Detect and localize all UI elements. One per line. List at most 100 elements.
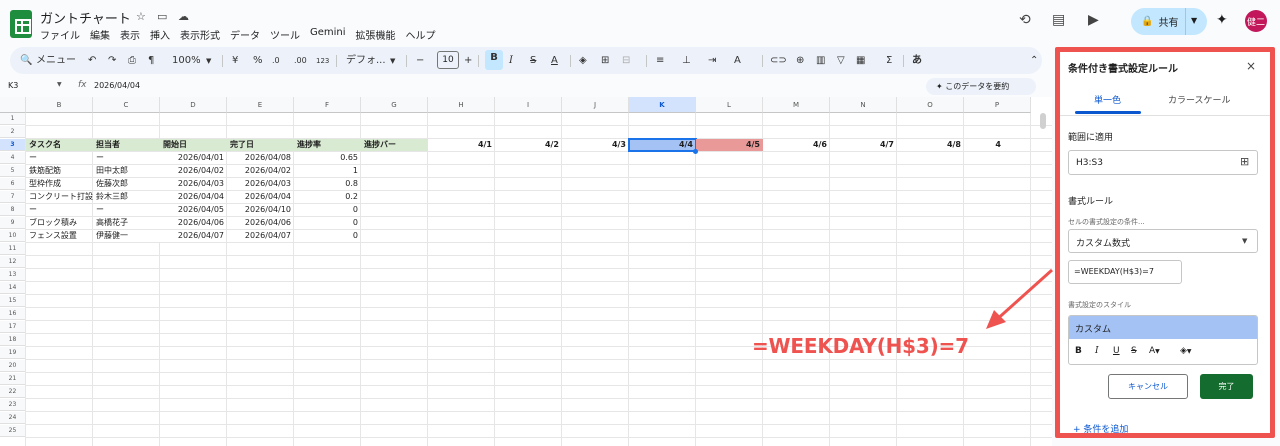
move-folder-icon[interactable]: ▭ [157,10,167,23]
done-button[interactable]: 完了 [1200,374,1253,399]
menu-edit[interactable]: 編集 [90,27,110,42]
style-preview[interactable]: カスタム [1069,316,1257,339]
italic-button[interactable]: I [509,53,513,69]
table-cell[interactable]: 2026/04/01 [160,152,227,164]
table-cell[interactable]: 0 [294,204,361,216]
menu-format[interactable]: 表示形式 [180,27,220,42]
column-header[interactable]: F [294,97,361,113]
select-all-corner[interactable] [0,97,26,113]
functions-icon[interactable]: Σ [886,53,892,69]
currency-button[interactable]: ¥ [232,53,238,69]
chevron-down-icon[interactable]: ▼ [390,53,395,69]
date-header-cell[interactable]: 4/7 [830,139,897,151]
table-cell[interactable]: 田中太郎 [93,165,160,177]
insert-chart-icon[interactable]: ▥ [816,53,825,69]
date-header-cell[interactable]: 4/3 [562,139,629,151]
row-header[interactable]: 9 [0,217,26,229]
chevron-down-icon[interactable]: ▼ [206,53,211,69]
row-header[interactable]: 11 [0,243,26,255]
avatar[interactable]: 健二 [1245,10,1267,32]
add-condition-button[interactable]: + 条件を追加 [1073,422,1128,435]
menu-insert[interactable]: 挿入 [150,27,170,42]
row-header[interactable]: 15 [0,295,26,307]
text-color-button[interactable]: A▼ [1149,346,1160,356]
font-select[interactable]: デフォ... [346,53,386,69]
row-header[interactable]: 6 [0,178,26,190]
collapse-toolbar-icon[interactable]: ⌃ [1030,53,1038,69]
tab-single-color[interactable]: 単一色 [1094,93,1121,106]
comments-icon[interactable]: ▤ [1052,12,1065,28]
row-header[interactable]: 3 [0,139,26,151]
strikethrough-button[interactable]: S [530,53,536,69]
star-icon[interactable]: ☆ [136,10,146,23]
column-header[interactable]: N [830,97,897,113]
table-cell[interactable]: 2026/04/04 [160,191,227,203]
cloud-status-icon[interactable]: ☁ [178,10,189,23]
row-header[interactable]: 22 [0,386,26,398]
table-cell[interactable]: 2026/04/02 [227,165,294,177]
underline-button[interactable]: U [1113,346,1120,356]
close-icon[interactable]: × [1246,59,1256,73]
table-cell[interactable]: 2026/04/03 [160,178,227,190]
document-title[interactable]: ガントチャート [40,8,131,27]
decrease-decimal-button[interactable]: .0 [272,53,280,69]
table-cell[interactable]: 0 [294,217,361,229]
date-header-cell[interactable]: 4/1 [428,139,495,151]
row-header[interactable]: 13 [0,269,26,281]
horizontal-align-icon[interactable]: ≡ [656,53,664,69]
row-header[interactable]: 23 [0,399,26,411]
table-cell[interactable]: 0.2 [294,191,361,203]
column-header[interactable]: M [763,97,830,113]
formula-field[interactable]: =WEEKDAY(H$3)=7 [1068,260,1182,284]
strikethrough-button[interactable]: S [1131,346,1137,356]
row-header[interactable]: 16 [0,308,26,320]
row-header[interactable]: 20 [0,360,26,372]
table-cell[interactable]: 2026/04/04 [227,191,294,203]
row-header[interactable]: 2 [0,126,26,138]
column-header[interactable]: G [361,97,428,113]
table-cell[interactable]: 0.65 [294,152,361,164]
menu-file[interactable]: ファイル [40,27,80,42]
filter-icon[interactable]: ▽ [837,53,845,69]
row-header[interactable]: 5 [0,165,26,177]
zoom-select[interactable]: 100% [172,53,201,69]
menu-gemini[interactable]: Gemini [310,27,346,42]
column-header[interactable]: H [428,97,495,113]
fill-color-icon[interactable]: ◈ [579,53,587,69]
table-cell[interactable]: 2026/04/07 [160,230,227,242]
column-header[interactable]: I [495,97,562,113]
percent-button[interactable]: % [253,53,263,69]
column-header[interactable]: B [26,97,93,113]
merge-cells-icon[interactable]: ⊟ [622,53,630,69]
filter-views-icon[interactable]: ▦ [856,53,865,69]
table-cell[interactable]: 鈴木三郎 [93,191,160,203]
text-wrap-icon[interactable]: ⇥ [708,53,716,69]
vertical-scrollbar[interactable] [1040,113,1046,129]
menu-view[interactable]: 表示 [120,27,140,42]
row-header[interactable]: 19 [0,347,26,359]
tab-color-scale[interactable]: カラースケール [1168,93,1231,106]
column-header[interactable]: O [897,97,964,113]
date-header-cell[interactable]: 4/4 [628,138,697,152]
column-header[interactable]: D [160,97,227,113]
name-box[interactable]: K3 [8,81,18,90]
table-cell[interactable]: 2026/04/05 [160,204,227,216]
insert-comment-icon[interactable]: ⊕ [796,53,804,69]
bold-button[interactable]: B [485,50,503,70]
table-cell[interactable]: 1 [294,165,361,177]
row-header[interactable]: 7 [0,191,26,203]
range-input[interactable]: H3:S3 ⊞ [1068,150,1258,175]
menu-data[interactable]: データ [230,27,260,42]
condition-dropdown[interactable]: カスタム数式 ▼ [1068,229,1258,253]
row-header[interactable]: 24 [0,412,26,424]
date-header-cell[interactable]: 4 [964,139,1004,151]
insert-link-icon[interactable]: ⊂⊃ [770,53,787,69]
bold-button[interactable]: B [1075,346,1082,356]
font-size-input[interactable]: 10 [437,51,459,69]
table-cell[interactable]: 0 [294,230,361,242]
table-cell[interactable]: 2026/04/02 [160,165,227,177]
table-cell[interactable]: 佐藤次郎 [93,178,160,190]
input-tools-button[interactable]: あ [912,53,922,69]
fill-color-icon[interactable]: ◈▼ [1180,346,1192,356]
row-header[interactable]: 14 [0,282,26,294]
